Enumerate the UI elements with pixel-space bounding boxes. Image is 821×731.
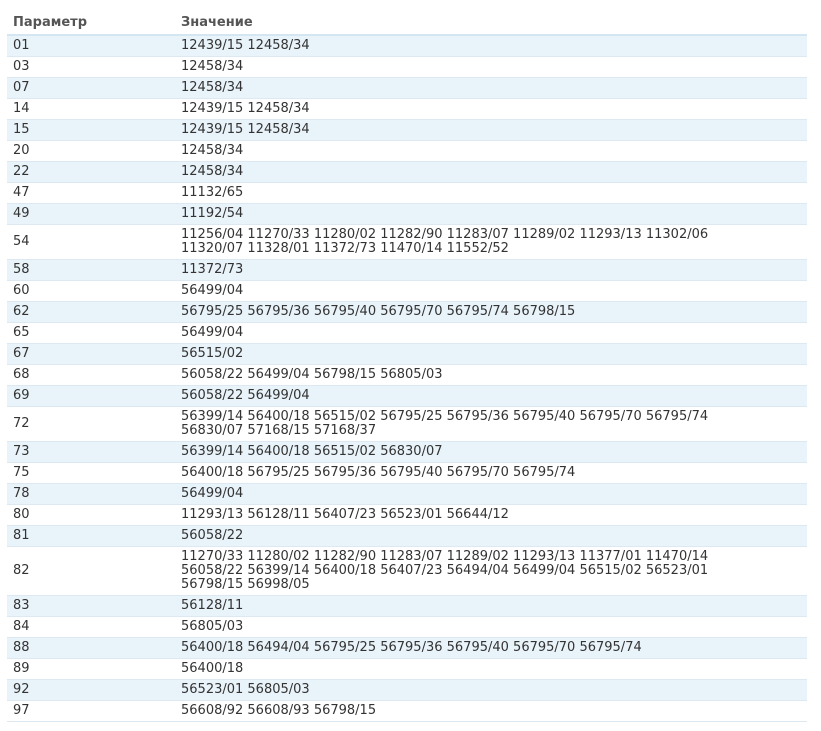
value-cell: 56805/03 <box>175 616 807 638</box>
parameter-cell: 78 <box>7 483 175 505</box>
parameter-cell: 14 <box>7 98 175 120</box>
parameter-cell: 03 <box>7 56 175 78</box>
table-row: 67 56515/02 <box>7 343 807 365</box>
value-cell: 56515/02 <box>175 343 807 365</box>
table-row: 22 12458/34 <box>7 161 807 183</box>
value-cell: 56399/14 56400/18 56515/02 56795/25 5679… <box>175 406 807 442</box>
value-cell: 11192/54 <box>175 203 807 225</box>
table-row: 07 12458/34 <box>7 77 807 99</box>
table-row: 82 11270/33 11280/02 11282/90 11283/07 11… <box>7 546 807 596</box>
value-cell: 56128/11 <box>175 595 807 617</box>
table-row: 97 56608/92 56608/93 56798/15 <box>7 700 807 722</box>
parameters-table: Параметр Значение 01 12439/15 12458/34 03 1… <box>7 10 807 722</box>
column-header-value: Значение <box>175 10 807 36</box>
table-row: 65 56499/04 <box>7 322 807 344</box>
table-row: 81 56058/22 <box>7 525 807 547</box>
value-cell: 12458/34 <box>175 140 807 162</box>
table-row: 88 56400/18 56494/04 56795/25 56795/36 56… <box>7 637 807 659</box>
parameter-cell: 97 <box>7 700 175 722</box>
value-cell: 12458/34 <box>175 77 807 99</box>
parameter-cell: 60 <box>7 280 175 302</box>
table-row: 62 56795/25 56795/36 56795/40 56795/70 56… <box>7 301 807 323</box>
table-row: 20 12458/34 <box>7 140 807 162</box>
value-cell: 11372/73 <box>175 259 807 281</box>
parameter-cell: 88 <box>7 637 175 659</box>
table-row: 03 12458/34 <box>7 56 807 78</box>
value-cell: 56058/22 56499/04 56798/15 56805/03 <box>175 364 807 386</box>
parameter-cell: 54 <box>7 224 175 260</box>
parameters-table-container: Параметр Значение 01 12439/15 12458/34 03 1… <box>7 10 807 722</box>
parameter-cell: 49 <box>7 203 175 225</box>
value-cell: 11293/13 56128/11 56407/23 56523/01 5664… <box>175 504 807 526</box>
parameter-cell: 20 <box>7 140 175 162</box>
parameter-cell: 89 <box>7 658 175 680</box>
parameter-cell: 65 <box>7 322 175 344</box>
value-cell: 56400/18 <box>175 658 807 680</box>
value-cell: 56058/22 56499/04 <box>175 385 807 407</box>
value-cell: 56058/22 <box>175 525 807 547</box>
table-row: 68 56058/22 56499/04 56798/15 56805/03 <box>7 364 807 386</box>
parameter-cell: 07 <box>7 77 175 99</box>
table-row: 60 56499/04 <box>7 280 807 302</box>
table-row: 92 56523/01 56805/03 <box>7 679 807 701</box>
table-row: 14 12439/15 12458/34 <box>7 98 807 120</box>
value-cell: 12439/15 12458/34 <box>175 35 807 57</box>
value-cell: 12439/15 12458/34 <box>175 119 807 141</box>
parameter-cell: 72 <box>7 406 175 442</box>
parameter-cell: 62 <box>7 301 175 323</box>
value-cell: 12458/34 <box>175 56 807 78</box>
value-cell: 56608/92 56608/93 56798/15 <box>175 700 807 722</box>
value-cell: 56523/01 56805/03 <box>175 679 807 701</box>
table-row: 80 11293/13 56128/11 56407/23 56523/01 56… <box>7 504 807 526</box>
table-row: 75 56400/18 56795/25 56795/36 56795/40 56… <box>7 462 807 484</box>
value-cell: 12439/15 12458/34 <box>175 98 807 120</box>
value-cell: 56399/14 56400/18 56515/02 56830/07 <box>175 441 807 463</box>
value-cell: 56499/04 <box>175 280 807 302</box>
value-cell: 56499/04 <box>175 322 807 344</box>
table-row: 58 11372/73 <box>7 259 807 281</box>
parameter-cell: 47 <box>7 182 175 204</box>
table-row: 89 56400/18 <box>7 658 807 680</box>
parameter-cell: 58 <box>7 259 175 281</box>
parameter-cell: 67 <box>7 343 175 365</box>
table-row: 83 56128/11 <box>7 595 807 617</box>
table-row: 69 56058/22 56499/04 <box>7 385 807 407</box>
value-cell: 11270/33 11280/02 11282/90 11283/07 1128… <box>175 546 807 596</box>
value-cell: 12458/34 <box>175 161 807 183</box>
parameter-cell: 68 <box>7 364 175 386</box>
table-body: 01 12439/15 12458/34 03 12458/34 07 12458/34 1… <box>7 35 807 722</box>
parameter-cell: 92 <box>7 679 175 701</box>
value-cell: 56400/18 56795/25 56795/36 56795/40 5679… <box>175 462 807 484</box>
table-row: 73 56399/14 56400/18 56515/02 56830/07 <box>7 441 807 463</box>
table-row: 72 56399/14 56400/18 56515/02 56795/25 56… <box>7 406 807 442</box>
value-cell: 11132/65 <box>175 182 807 204</box>
value-cell: 56400/18 56494/04 56795/25 56795/36 5679… <box>175 637 807 659</box>
table-row: 47 11132/65 <box>7 182 807 204</box>
parameter-cell: 83 <box>7 595 175 617</box>
table-row: 54 11256/04 11270/33 11280/02 11282/90 11… <box>7 224 807 260</box>
table-row: 78 56499/04 <box>7 483 807 505</box>
parameter-cell: 81 <box>7 525 175 547</box>
value-cell: 56499/04 <box>175 483 807 505</box>
value-cell: 11256/04 11270/33 11280/02 11282/90 1128… <box>175 224 807 260</box>
parameter-cell: 01 <box>7 35 175 57</box>
table-row: 15 12439/15 12458/34 <box>7 119 807 141</box>
column-header-parameter: Параметр <box>7 10 175 36</box>
parameter-cell: 22 <box>7 161 175 183</box>
parameter-cell: 69 <box>7 385 175 407</box>
table-row: 84 56805/03 <box>7 616 807 638</box>
parameter-cell: 75 <box>7 462 175 484</box>
parameter-cell: 82 <box>7 546 175 596</box>
table-row: 01 12439/15 12458/34 <box>7 35 807 57</box>
parameter-cell: 15 <box>7 119 175 141</box>
parameter-cell: 73 <box>7 441 175 463</box>
table-row: 49 11192/54 <box>7 203 807 225</box>
table-header-row: Параметр Значение <box>7 10 807 36</box>
parameter-cell: 84 <box>7 616 175 638</box>
value-cell: 56795/25 56795/36 56795/40 56795/70 5679… <box>175 301 807 323</box>
parameter-cell: 80 <box>7 504 175 526</box>
